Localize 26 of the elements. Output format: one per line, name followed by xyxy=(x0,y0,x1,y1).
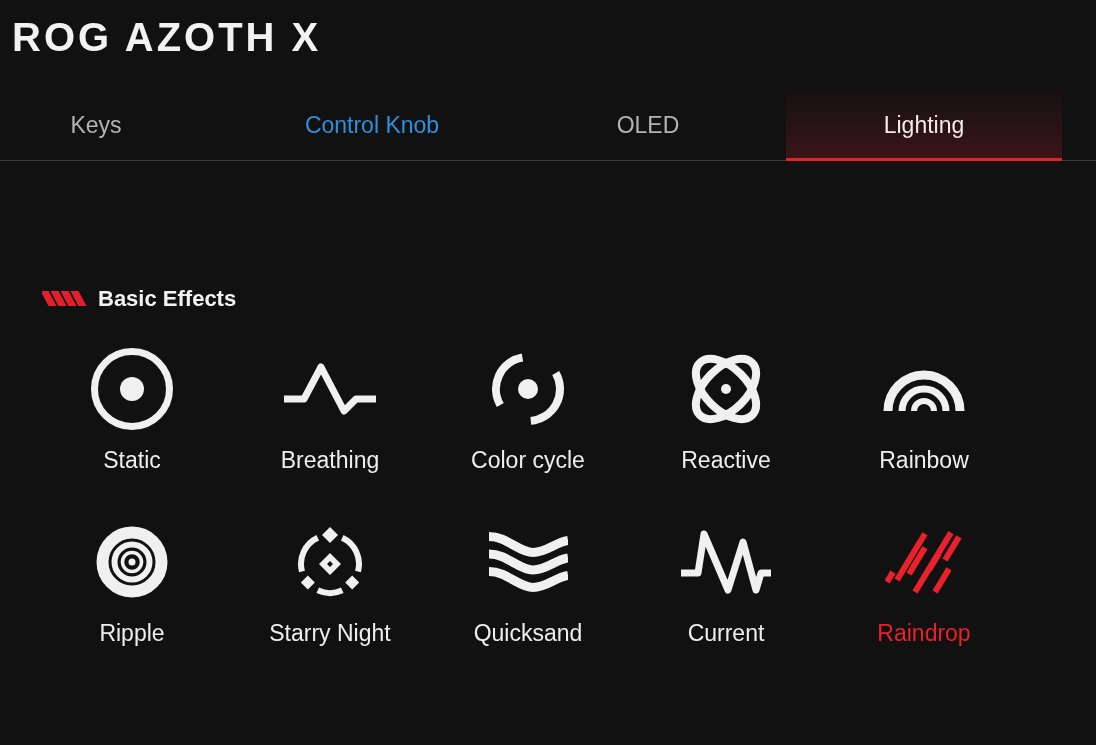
concentric-rings-icon xyxy=(96,526,168,598)
effect-button[interactable]: Quicksand xyxy=(429,521,627,646)
waveform-icon xyxy=(681,529,771,595)
slashes-icon xyxy=(885,530,963,594)
effect-button[interactable]: Ripple xyxy=(33,521,231,646)
section-heading: Basic Effects xyxy=(98,286,237,311)
waves-icon xyxy=(488,532,568,592)
circle-dot-icon xyxy=(91,348,173,430)
tab[interactable]: Keys xyxy=(0,89,234,161)
tab[interactable]: OLED xyxy=(510,89,786,161)
effect-button[interactable]: Static xyxy=(33,348,231,473)
stripes-icon xyxy=(42,291,88,306)
effect-button[interactable]: Reactive xyxy=(627,348,825,473)
tab[interactable]: Lighting xyxy=(786,89,1062,161)
effect-button[interactable]: Starry Night xyxy=(231,521,429,646)
effect-button[interactable]: Rainbow xyxy=(825,348,1023,473)
effect-button[interactable]: Color cycle xyxy=(429,348,627,473)
diamonds-ring-icon xyxy=(297,527,363,597)
broken-ring-dot-icon xyxy=(492,353,564,425)
orbit-icon xyxy=(690,354,762,424)
pulse-line-icon xyxy=(284,361,376,417)
effect-button[interactable]: Breathing xyxy=(231,348,429,473)
tab[interactable]: Control Knob xyxy=(234,89,510,161)
effect-button[interactable]: Current xyxy=(627,521,825,646)
app-title: ROG AZOTH X xyxy=(12,17,322,57)
effect-button[interactable]: Raindrop xyxy=(825,521,1023,646)
